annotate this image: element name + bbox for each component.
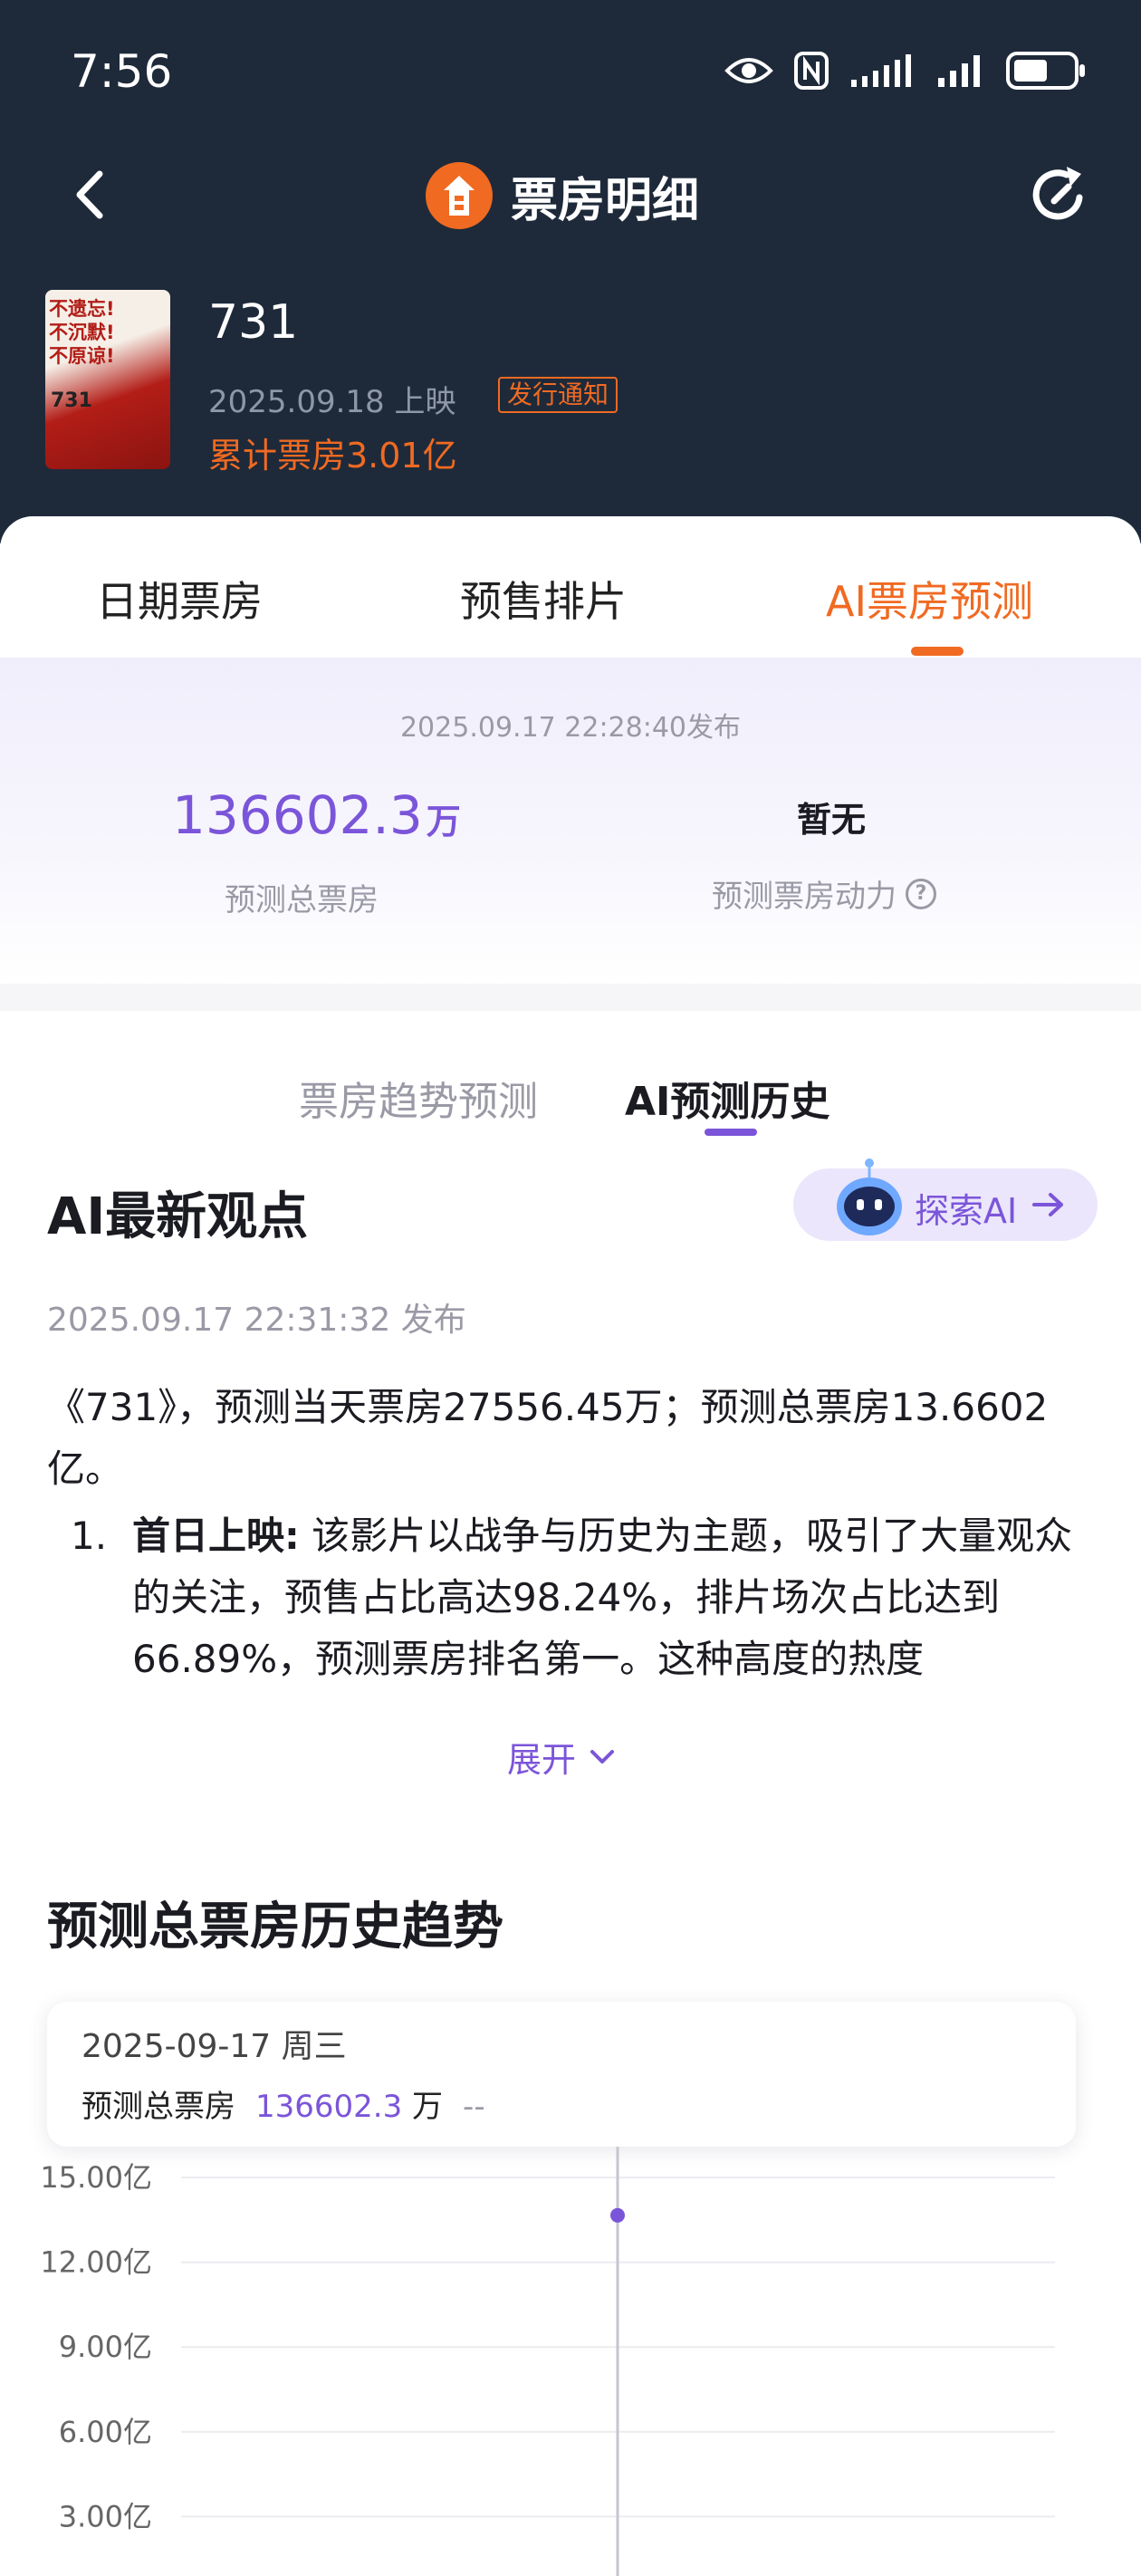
tab-indicator [911,647,964,656]
tab-daily-box-office[interactable]: 日期票房 [96,569,263,629]
forecast-total-value: 136602.3 万 [172,784,461,846]
chart-tooltip: 2025-09-17 周三 预测总票房 136602.3 万 -- [47,2002,1076,2147]
chevron-left-icon[interactable] [63,165,118,225]
y-tick-label: 15.00亿 [40,2160,152,2195]
chevron-down-icon [590,1749,615,1764]
forecast-total-label: 预测总票房 [225,882,379,918]
signal-icon [938,55,980,87]
forecast-power-value: 暂无 [797,800,867,840]
signal-icon [851,54,911,87]
movie-poster[interactable]: 不遗忘! 不沉默! 不原谅! 731 [45,290,170,469]
subtab-trend-forecast[interactable]: 票房趋势预测 [299,1069,538,1127]
forecast-power-label-text: 预测票房动力 [712,879,896,915]
nfc-icon [794,52,829,90]
list-item-number: 1. [71,1514,108,1558]
data-point[interactable] [610,2207,625,2223]
tooltip-label: 预测总票房 [82,2089,235,2125]
trend-chart[interactable]: 15.00亿 12.00亿 9.00亿 6.00亿 3.00亿 [0,2147,1141,2576]
tab-presale-schedule[interactable]: 预售排片 [460,569,627,629]
explore-ai-label: 探索AI [915,1191,1018,1231]
eye-icon [724,58,773,83]
sub-tabs: 票房趋势预测 AI预测历史 [0,1011,1141,1136]
arrow-right-icon [1032,1193,1063,1216]
tooltip-value: 136602.3 [255,2089,403,2125]
app-logo-icon [426,162,493,229]
forecast-power-label: 预测票房动力 ? [712,871,936,916]
forecast-total-number: 136602.3 [172,784,423,846]
page-title: 票房明细 [511,173,700,228]
y-tick-label: 3.00亿 [59,2499,152,2533]
poster-text: 不遗忘! 不沉默! 不原谅! [49,298,115,367]
poster-number: 731 [51,389,92,412]
tooltip-date: 2025-09-17 周三 [82,2028,347,2065]
expand-button[interactable]: 展开 [507,1732,616,1782]
status-icons [724,43,1087,98]
forecast-total-unit: 万 [426,802,461,841]
explore-ai-button[interactable]: 探索AI [793,1158,1098,1241]
movie-info: 不遗忘! 不沉默! 不原谅! 731 731 2025.09.18 上映 发行通知 … [45,290,1096,476]
section-divider [0,984,1141,1011]
content-card: 日期票房 预售排片 AI票房预测 2025.09.17 22:28:40发布 1… [0,516,1141,2576]
tooltip-value-group: 136602.3 万 [255,2081,443,2126]
release-notice-tag[interactable]: 发行通知 [498,377,618,413]
movie-name: 731 [208,295,299,350]
movie-release-date: 2025.09.18 上映 [208,384,456,420]
ai-view-summary: 《731》，预测当天票房27556.45万；预测总票房13.6602亿。 [47,1385,1049,1491]
status-time: 7:56 [71,45,173,98]
header-area: 7:56 票房明细 不遗忘! 不沉默! 不原谅! 731 731 2025.09… [0,0,1141,543]
list-item-body: 首日上映: 该影片以战争与历史为主题，吸引了大量观众的关注，预售占比高达98.2… [132,1505,1098,1690]
robot-icon [837,1158,902,1235]
y-tick-label: 9.00亿 [59,2330,152,2364]
ai-view-heading: AI最新观点 [47,1187,309,1246]
trend-section-title: 预测总票房历史趋势 [47,1898,503,1956]
subtab-indicator [705,1129,757,1136]
forecast-publish-time: 2025.09.17 22:28:40发布 [399,712,742,744]
main-tabs: 日期票房 预售排片 AI票房预测 [0,516,1141,658]
subtab-ai-history[interactable]: AI预测历史 [625,1069,829,1127]
y-tick-label: 12.00亿 [40,2245,152,2280]
expand-label: 展开 [507,1740,577,1780]
nav-title-group: 票房明细 [426,159,699,232]
total-box-office: 累计票房3.01亿 [208,436,457,476]
tab-ai-forecast[interactable]: AI票房预测 [826,569,1033,629]
tooltip-unit: 万 [412,2089,444,2125]
tooltip-change: -- [463,2089,485,2125]
y-tick-label: 6.00亿 [59,2415,152,2449]
list-item-title: 首日上映: [132,1514,300,1558]
battery-icon [1006,52,1085,90]
status-bar: 7:56 [0,0,1141,145]
tooltip-row: 预测总票房 136602.3 万 -- [82,2081,485,2126]
refresh-icon[interactable] [1027,161,1094,228]
nav-bar: 票房明细 [0,145,1141,245]
forecast-summary: 2025.09.17 22:28:40发布 136602.3 万 预测总票房 暂无… [0,658,1141,984]
ai-view-publish-time: 2025.09.17 22:31:32 发布 [47,1302,466,1339]
help-icon[interactable]: ? [906,878,936,909]
